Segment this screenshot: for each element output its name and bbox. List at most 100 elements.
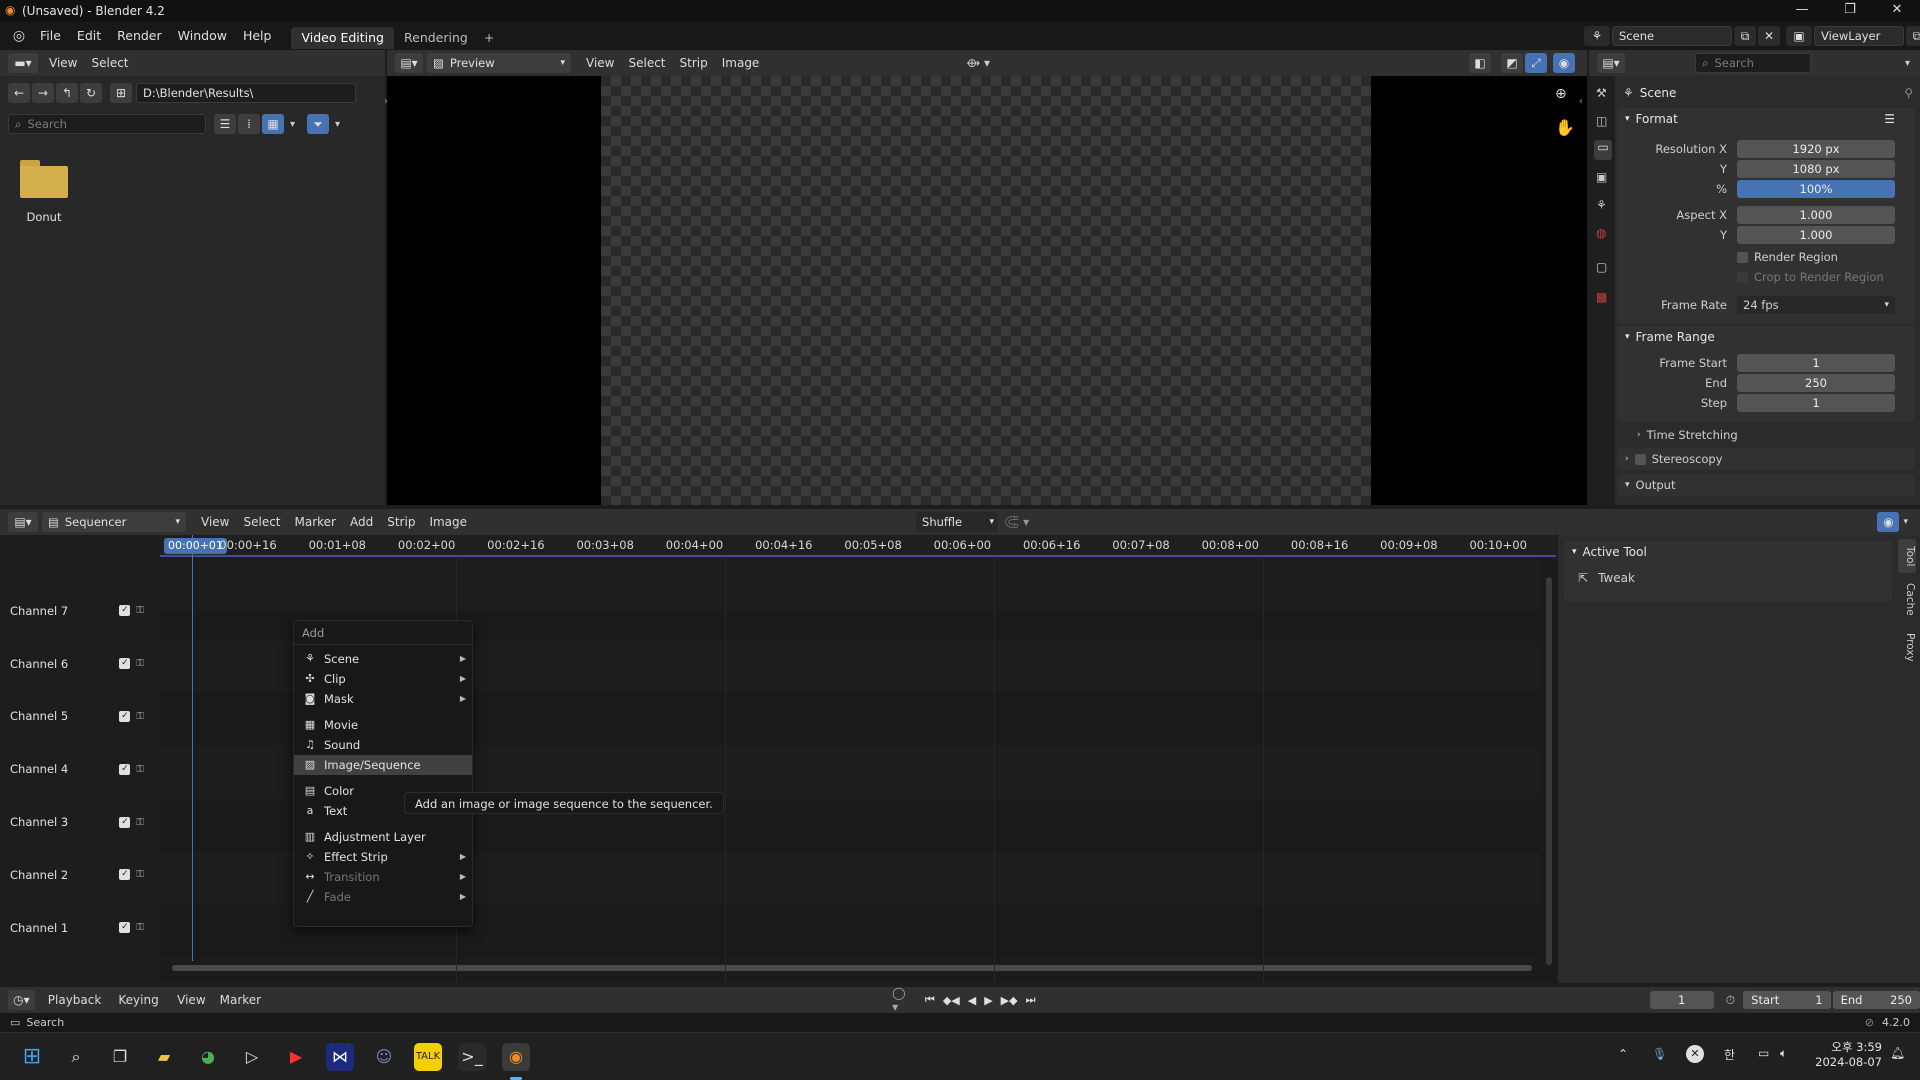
channel-lock-icon[interactable]: ⚿ (136, 658, 144, 669)
preview-area[interactable]: ⊕ ✋ ‹ › (384, 76, 1587, 505)
add-menu-item-movie[interactable]: ▦ Movie (294, 715, 472, 735)
editor-type-sequencer-icon[interactable]: ▤▾ (395, 53, 423, 73)
channel-mute-checkbox[interactable]: ✓ (119, 869, 131, 881)
refresh-icon[interactable]: ↻ (80, 83, 102, 103)
frame-start-field[interactable]: 1 (1737, 354, 1895, 372)
end-frame-field[interactable]: End 250 (1832, 991, 1920, 1009)
kakaotalk-icon[interactable]: TALK (414, 1043, 442, 1071)
channel-row[interactable]: Channel 3 ✓ ⚿ (0, 815, 160, 829)
media-player-icon[interactable]: ▷ (238, 1043, 266, 1071)
resolution-x-field[interactable]: 1920 px (1737, 140, 1895, 158)
jump-to-keyframe-forward-icon[interactable]: ▶◆ (1001, 994, 1018, 1007)
channel-mute-checkbox[interactable]: ✓ (119, 658, 131, 670)
channel-lane[interactable] (160, 557, 1540, 610)
timeline-menu-keying[interactable]: Keying ▾ (111, 990, 170, 1027)
channel-name[interactable]: Channel 7 (10, 604, 68, 618)
display-settings-chevron-icon[interactable]: ▾ (290, 119, 295, 130)
preview-menu-view[interactable]: View (579, 53, 621, 73)
channel-mute-checkbox[interactable]: ✓ (119, 922, 131, 934)
channel-mute-checkbox[interactable]: ✓ (119, 816, 131, 828)
channel-name[interactable]: Channel 3 (10, 815, 68, 829)
active-tool-header[interactable]: ▾ Active Tool (1564, 541, 1892, 563)
editor-type-folder-icon[interactable]: ▬▾ (8, 53, 38, 73)
maximize-button[interactable]: ❐ (1835, 2, 1865, 20)
time-ruler[interactable]: 00:00+01 00:00+16 00:01+08 00:02+00 00:02+1… (160, 535, 1556, 557)
thumbnails-icon[interactable]: ▦ (262, 114, 284, 134)
horizontal-list-icon[interactable]: ⁞ (238, 114, 260, 134)
davinci-icon[interactable]: ⋈ (326, 1043, 354, 1071)
notifications-icon[interactable]: 🔔︎ (1890, 1046, 1905, 1060)
frame-step-field[interactable]: 1 (1737, 394, 1895, 412)
file-item-donut[interactable]: Donut (14, 160, 74, 224)
snap-magnet-icon[interactable]: 🧲︎ ▾ (1004, 515, 1029, 529)
sidebar-toggle-icon[interactable]: ‹ (1579, 96, 1583, 107)
menu-help[interactable]: Help (235, 22, 280, 50)
sidebar-tab-proxy[interactable]: Proxy (1898, 625, 1916, 669)
workspace-tab-video-editing[interactable]: Video Editing (291, 26, 394, 49)
sequencer-menu-image[interactable]: Image (422, 512, 474, 532)
file-browser-menu-view[interactable]: View (42, 53, 84, 73)
menu-edit[interactable]: Edit (69, 22, 109, 50)
current-time-indicator[interactable]: 00:00+01 (164, 538, 227, 554)
channel-lock-icon[interactable]: ⚿ (136, 711, 144, 722)
task-view-icon[interactable]: ❐ (106, 1043, 134, 1071)
properties-options-chevron-icon[interactable]: ▾ (1905, 58, 1910, 69)
aspect-x-field[interactable]: 1.000 (1737, 206, 1895, 224)
scene-selector-icon[interactable]: ⚘ (1584, 26, 1610, 46)
forward-arrow-icon[interactable]: → (32, 83, 54, 103)
file-browser-menu-select[interactable]: Select (84, 53, 135, 73)
windows-start-icon[interactable]: ⊞ (18, 1043, 46, 1071)
editor-type-sequencer-icon[interactable]: ▤▾ (8, 512, 38, 532)
add-menu-item-scene[interactable]: ⚘ Scene ▶ (294, 649, 472, 669)
timeline-menu-playback[interactable]: Playback ▾ (41, 990, 112, 1027)
channel-lock-icon[interactable]: ⚿ (136, 764, 144, 775)
frame-end-field[interactable]: 250 (1737, 374, 1895, 392)
chrome-icon[interactable]: ◕ (194, 1043, 222, 1071)
workspace-tab-rendering[interactable]: Rendering (394, 27, 478, 49)
scene-tab-icon[interactable]: ⚘ (1596, 198, 1607, 212)
playhead[interactable] (192, 535, 193, 961)
overlays-icon[interactable]: ◉ (1553, 53, 1575, 73)
frame-range-panel-header[interactable]: ▾ Frame Range (1617, 326, 1915, 348)
network-icon[interactable]: ▭ (1758, 1046, 1769, 1060)
filter-settings-chevron-icon[interactable]: ▾ (335, 119, 340, 130)
scene-name-field[interactable]: Scene (1612, 26, 1732, 46)
search-icon[interactable]: ⌕ (62, 1043, 90, 1071)
horizontal-scrollbar[interactable] (172, 965, 1532, 971)
tray-overflow-icon[interactable]: ⌃ (1618, 1047, 1628, 1061)
new-scene-icon[interactable]: ⧉ (1734, 26, 1756, 46)
channel-row[interactable]: Channel 2 ✓ ⚿ (0, 868, 160, 882)
add-menu-item-transition[interactable]: ↔ Transition ▶ (294, 867, 472, 887)
editor-type-properties-icon[interactable]: ▤▾ (1597, 53, 1625, 73)
overlays-chevron-icon[interactable]: ▾ (1903, 517, 1908, 527)
add-menu-item-image-sequence[interactable]: ▨ Image/Sequence (294, 755, 472, 775)
overlap-mode-select[interactable]: Shuffle ▾ (916, 512, 999, 532)
sequencer-menu-strip[interactable]: Strip (380, 512, 422, 532)
sequencer-view-type-select[interactable]: ▤ Sequencer ▾ (42, 512, 186, 532)
sequencer-menu-select[interactable]: Select (236, 512, 287, 532)
view-layer-icon[interactable]: ▣ (1786, 26, 1812, 46)
stereoscopy-panel[interactable]: › Stereoscopy (1617, 448, 1915, 470)
add-menu-item-mask[interactable]: ◙ Mask ▶ (294, 689, 472, 709)
ime-indicator[interactable]: 한 (1724, 1046, 1735, 1063)
filter-icon[interactable]: ⏷ (307, 114, 330, 134)
zoom-icon[interactable]: ⊕ (1555, 86, 1567, 102)
channel-lock-icon[interactable]: ⚿ (136, 817, 144, 828)
new-folder-icon[interactable]: ⊞ (110, 83, 132, 103)
channel-row[interactable]: Channel 1 ✓ ⚿ (0, 921, 160, 935)
texture-tab-icon[interactable]: ▩ (1596, 290, 1607, 304)
channel-name[interactable]: Channel 5 (10, 709, 68, 723)
jump-to-start-icon[interactable]: ⏮ (925, 993, 935, 1007)
volume-icon[interactable]: 🔈︎ (1780, 1046, 1787, 1061)
microphone-icon[interactable]: 🎙︎ (1652, 1047, 1667, 1061)
channel-name[interactable]: Channel 1 (10, 921, 68, 935)
channel-name[interactable]: Channel 6 (10, 657, 68, 671)
checkbox-icon[interactable] (1634, 453, 1646, 465)
discord-icon[interactable]: ☺ (370, 1043, 398, 1071)
app-tray-icon[interactable]: ✕ (1686, 1045, 1704, 1063)
editor-type-timeline-icon[interactable]: ◷▾ (8, 990, 35, 1010)
channel-name[interactable]: Channel 2 (10, 868, 68, 882)
render-tab-icon[interactable]: ◫ (1596, 114, 1607, 128)
sidebar-tab-cache[interactable]: Cache (1898, 577, 1916, 621)
channel-row[interactable]: Channel 7 ✓ ⚿ (0, 604, 160, 618)
